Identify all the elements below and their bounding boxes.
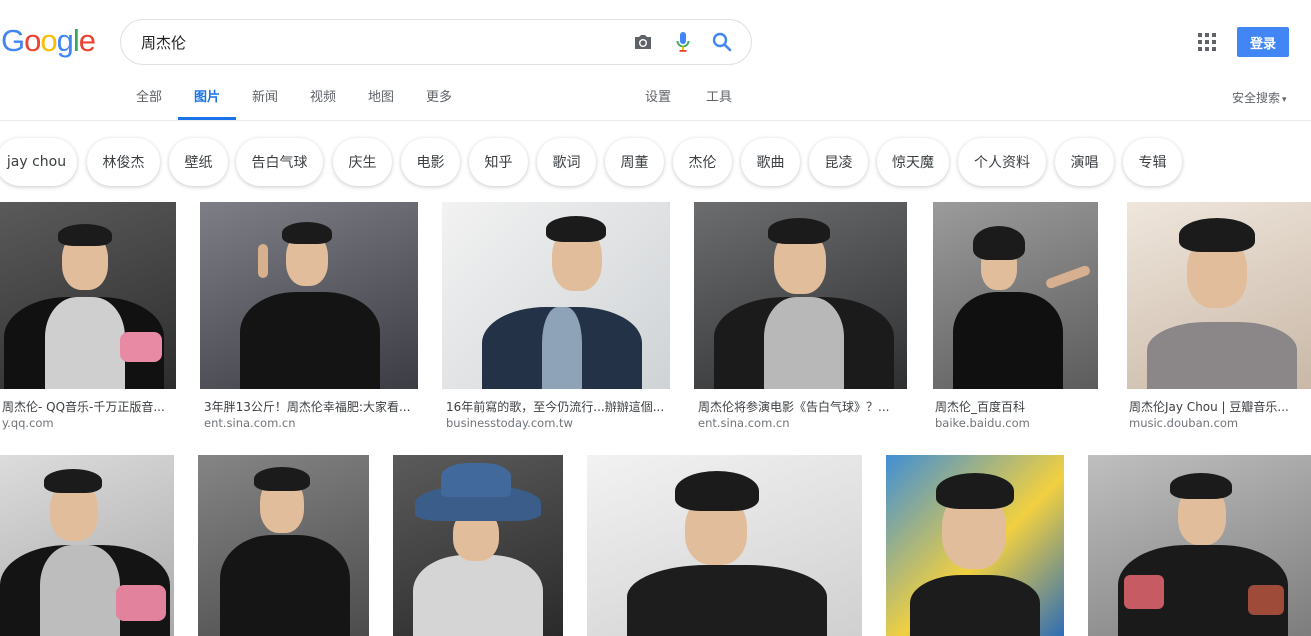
result-image[interactable] [393,455,563,636]
logo-letter: o [40,23,57,58]
logo-letter: e [78,23,96,58]
result-image[interactable] [0,455,174,636]
caret-down-icon: ▾ [1282,95,1287,105]
result-image[interactable] [694,202,907,389]
chip[interactable]: 歌曲 [741,138,800,186]
tab-maps[interactable]: 地图 [368,88,394,108]
chip[interactable]: 知乎 [469,138,528,186]
tab-more[interactable]: 更多 [426,88,452,108]
chip[interactable]: 林俊杰 [87,138,160,186]
chip[interactable]: 惊天魔 [877,138,949,186]
logo-letter: g [56,23,74,58]
tab-tools[interactable]: 工具 [706,88,732,108]
result-caption[interactable]: 周杰伦Jay Chou | 豆瓣音乐... [1129,398,1289,415]
safe-search-label: 安全搜索 [1232,91,1281,105]
result-image[interactable] [0,202,176,389]
chip[interactable]: 演唱 [1055,138,1114,186]
active-tab-indicator [178,117,236,120]
tab-settings[interactable]: 设置 [645,88,671,108]
chip[interactable]: 杰伦 [673,138,732,186]
safe-search-dropdown[interactable]: 安全搜索 ▾ [1232,89,1287,106]
chip[interactable]: 专辑 [1123,138,1182,186]
tab-news[interactable]: 新闻 [252,88,278,108]
result-image[interactable] [587,455,862,636]
result-image[interactable] [200,202,418,389]
chip[interactable]: 歌词 [537,138,596,186]
result-caption[interactable]: 周杰伦- QQ音乐-千万正版音... [2,398,174,415]
result-image[interactable] [1088,455,1311,636]
result-caption[interactable]: 3年胖13公斤！周杰伦幸福肥:大家看... [204,398,416,415]
chip[interactable]: 电影 [401,138,460,186]
chip[interactable]: 庆生 [333,138,392,186]
tab-images[interactable]: 图片 [194,88,220,108]
result-source: y.qq.com [2,416,54,430]
result-caption[interactable]: 周杰伦_百度百科 [935,398,1096,415]
search-input[interactable] [141,20,621,64]
tab-videos[interactable]: 视频 [310,88,336,108]
tab-all[interactable]: 全部 [136,88,162,108]
chip[interactable]: 周董 [605,138,664,186]
result-image[interactable] [198,455,369,636]
result-source: music.douban.com [1129,416,1239,430]
logo-letter: G [1,23,25,58]
search-box [120,19,752,65]
result-caption[interactable]: 16年前寫的歌，至今仍流行...辦辦這個... [446,398,668,415]
chip[interactable]: 告白气球 [236,138,323,186]
chip[interactable]: 个人资料 [958,138,1046,186]
mic-icon[interactable] [672,31,694,53]
result-image[interactable] [933,202,1098,389]
login-button[interactable]: 登录 [1237,27,1289,57]
result-image[interactable] [1127,202,1311,389]
top-header: Google 登录 全部 图片 新闻 视频 地图 更多 设置 工具 安全搜索▾ [0,0,1311,121]
result-caption[interactable]: 周杰伦将参演电影《告白气球》？... [698,398,905,415]
chip[interactable]: jay chou [0,138,77,186]
result-image[interactable] [442,202,670,389]
result-image[interactable] [886,455,1064,636]
apps-grid-icon[interactable] [1198,33,1216,51]
logo-letter: o [24,23,41,58]
camera-icon[interactable] [632,31,654,53]
result-source: businesstoday.com.tw [446,416,573,430]
chip[interactable]: 壁纸 [169,138,228,186]
search-icon[interactable] [711,31,733,53]
result-source: ent.sina.com.cn [698,416,790,430]
result-source: baike.baidu.com [935,416,1030,430]
result-source: ent.sina.com.cn [204,416,296,430]
chip[interactable]: 昆凌 [809,138,868,186]
google-logo[interactable]: Google [1,23,96,58]
